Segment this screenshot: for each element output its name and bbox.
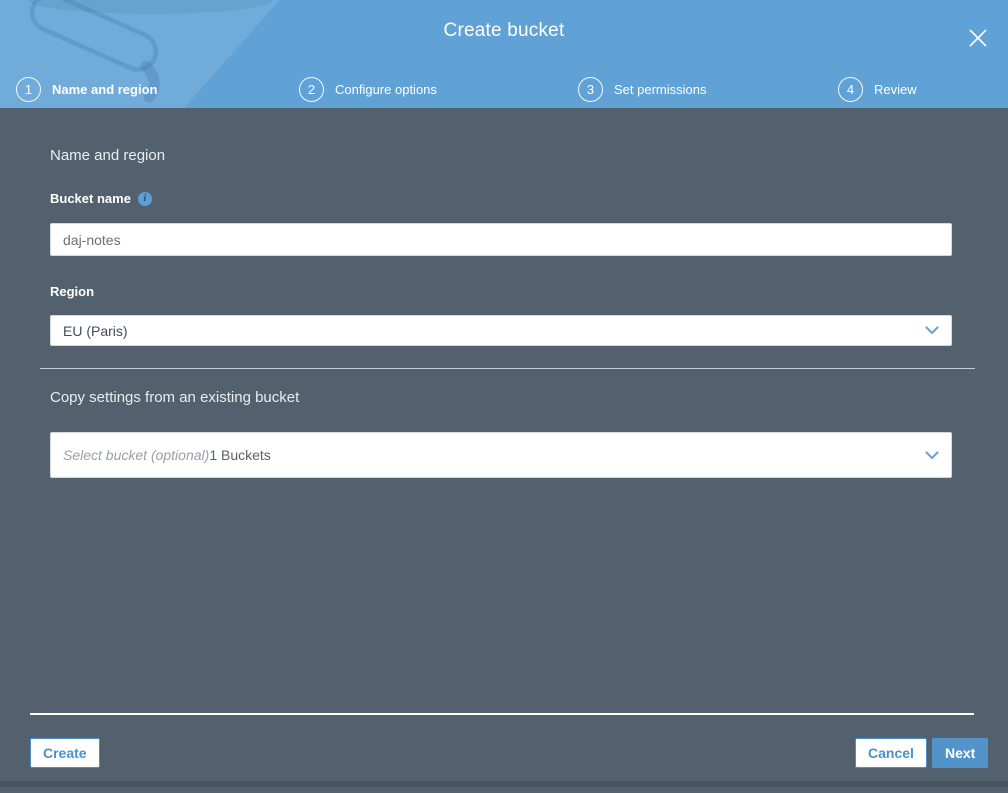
- bottom-edge-strip: [0, 781, 1008, 787]
- close-icon[interactable]: [966, 26, 990, 50]
- modal-body: Name and region Bucket name i Region EU …: [0, 108, 1008, 787]
- step-number: 1: [16, 77, 41, 102]
- copy-bucket-select[interactable]: Select bucket (optional) 1 Buckets: [50, 432, 952, 478]
- region-select[interactable]: EU (Paris): [50, 315, 952, 346]
- copy-bucket-placeholder: Select bucket (optional): [63, 447, 210, 463]
- step-number: 4: [838, 77, 863, 102]
- bucket-name-label: Bucket name i: [50, 191, 152, 206]
- section-divider: [40, 368, 975, 369]
- modal-title: Create bucket: [443, 20, 565, 41]
- create-button[interactable]: Create: [30, 738, 100, 768]
- region-label: Region: [50, 284, 94, 299]
- step-set-permissions[interactable]: 3 Set permissions: [578, 77, 706, 102]
- step-label: Review: [874, 82, 917, 97]
- step-label: Configure options: [335, 82, 437, 97]
- chevron-down-icon: [925, 326, 939, 335]
- section-heading-name-region: Name and region: [50, 147, 166, 164]
- modal-header: Create bucket 1 Name and region 2 Config…: [0, 0, 1008, 108]
- step-number: 3: [578, 77, 603, 102]
- region-selected-value: EU (Paris): [63, 322, 128, 339]
- step-label: Set permissions: [614, 82, 707, 97]
- step-configure-options[interactable]: 2 Configure options: [299, 77, 437, 102]
- region-label-text: Region: [50, 284, 95, 299]
- footer-divider: [30, 713, 974, 715]
- step-number: 2: [299, 77, 324, 102]
- next-button[interactable]: Next: [932, 738, 989, 768]
- step-review[interactable]: 4 Review: [838, 77, 917, 102]
- chevron-down-icon: [925, 450, 939, 459]
- step-name-and-region[interactable]: 1 Name and region: [16, 77, 157, 102]
- info-icon[interactable]: i: [137, 191, 152, 206]
- cancel-button[interactable]: Cancel: [855, 738, 927, 768]
- bucket-name-label-text: Bucket name: [50, 191, 131, 206]
- bucket-name-input[interactable]: [50, 223, 952, 256]
- step-label: Name and region: [52, 82, 158, 97]
- copy-settings-heading: Copy settings from an existing bucket: [50, 389, 300, 406]
- bucket-count-text: 1 Buckets: [209, 447, 271, 463]
